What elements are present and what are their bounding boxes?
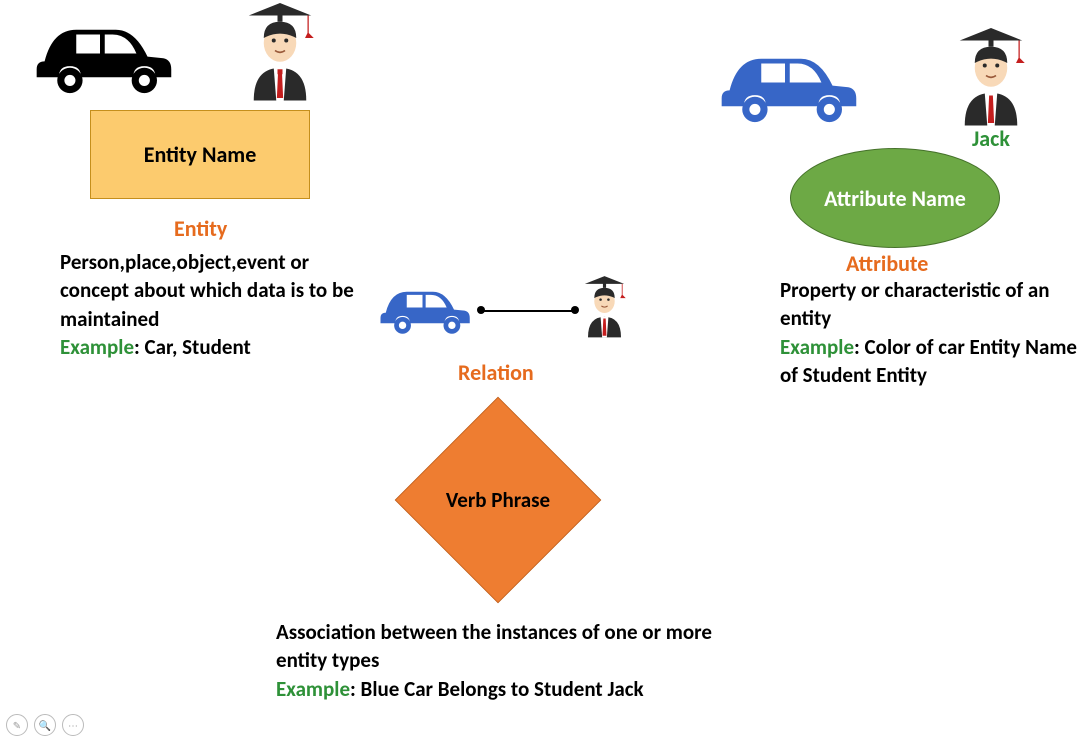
attribute-description: Property or characteristic of an entity … <box>780 276 1080 389</box>
attribute-ellipse: Attribute Name <box>790 148 1000 248</box>
entity-example-label: Example <box>60 334 134 360</box>
relation-description: Association between the instances of one… <box>276 618 756 703</box>
jack-label: Jack <box>972 125 1010 152</box>
car-icon-attribute <box>700 35 870 130</box>
pen-icon[interactable]: ✎ <box>6 714 28 736</box>
relation-example-label: Example <box>276 676 350 702</box>
relation-diamond-label: Verb Phrase <box>398 400 598 600</box>
student-icon-small <box>577 275 632 340</box>
entity-desc-text: Person,place,object,event or concept abo… <box>60 249 354 332</box>
student-icon-attribute <box>946 28 1036 128</box>
entity-rectangle: Entity Name <box>90 110 310 199</box>
attribute-title: Attribute <box>846 250 928 277</box>
attribute-example-label: Example <box>780 334 854 360</box>
relation-desc-text: Association between the instances of one… <box>276 619 712 673</box>
relation-diamond: Verb Phrase <box>398 400 598 600</box>
entity-example-text: : Car, Student <box>134 334 251 360</box>
entity-description: Person,place,object,event or concept abo… <box>60 248 370 361</box>
attribute-ellipse-label: Attribute Name <box>824 185 966 212</box>
student-icon <box>235 3 325 103</box>
relation-title: Relation <box>458 359 534 386</box>
relation-connector-line <box>480 310 575 312</box>
car-icon-blue <box>370 275 475 340</box>
more-icon[interactable]: ⋯ <box>62 714 84 736</box>
car-icon <box>15 6 185 101</box>
relation-example-text: : Blue Car Belongs to Student Jack <box>350 676 644 702</box>
search-icon[interactable]: 🔍 <box>34 714 56 736</box>
entity-title: Entity <box>174 215 227 242</box>
relation-connector-dot-left <box>477 306 485 314</box>
attribute-desc-text: Property or characteristic of an entity <box>780 277 1050 331</box>
bottom-toolbar: ✎ 🔍 ⋯ <box>6 714 84 736</box>
entity-box-label: Entity Name <box>144 141 257 168</box>
